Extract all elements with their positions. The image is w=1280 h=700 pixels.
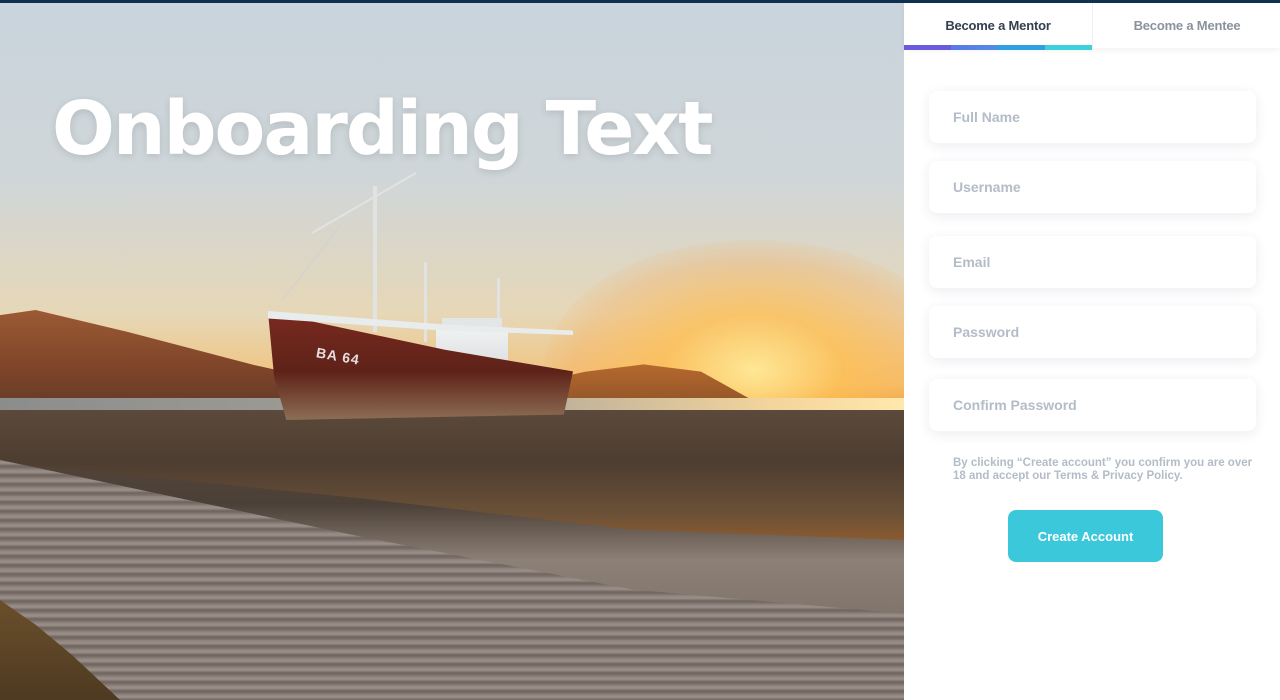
legal-disclaimer: By clicking “Create account” you confirm… bbox=[953, 457, 1253, 482]
tab-become-mentor[interactable]: Become a Mentor bbox=[904, 3, 1092, 48]
tab-become-mentee[interactable]: Become a Mentee bbox=[1092, 3, 1280, 48]
ship-rigging bbox=[281, 224, 342, 301]
top-border bbox=[0, 0, 1280, 3]
create-account-button[interactable]: Create Account bbox=[1008, 510, 1163, 562]
hero-image: BA 64 Onboarding Text bbox=[0, 0, 904, 700]
ship-fore-mast bbox=[424, 262, 427, 342]
confirm-password-field[interactable] bbox=[929, 379, 1256, 431]
email-field[interactable] bbox=[929, 236, 1256, 288]
signup-panel: Become a Mentor Become a Mentee By click… bbox=[904, 0, 1280, 700]
active-tab-indicator bbox=[904, 45, 1092, 50]
role-tabs: Become a Mentor Become a Mentee bbox=[904, 3, 1280, 50]
hero-title: Onboarding Text bbox=[52, 86, 714, 172]
full-name-field[interactable] bbox=[929, 91, 1256, 143]
username-field[interactable] bbox=[929, 161, 1256, 213]
ship-main-mast bbox=[373, 186, 377, 332]
ship-boom bbox=[311, 172, 417, 234]
password-field[interactable] bbox=[929, 306, 1256, 358]
